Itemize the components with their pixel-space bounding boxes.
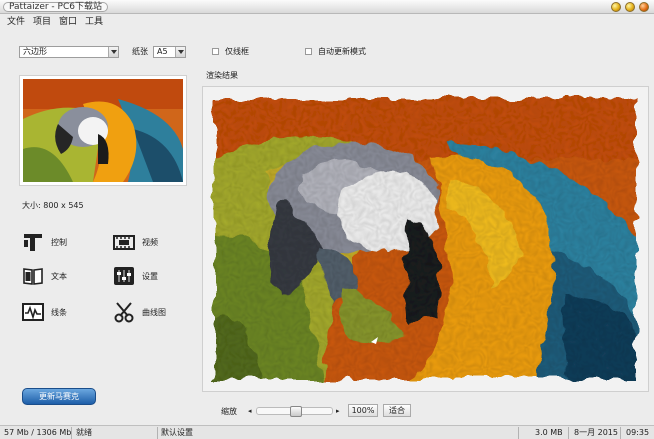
menu-file[interactable]: 文件 bbox=[7, 17, 25, 28]
maximize-button[interactable] bbox=[625, 2, 635, 12]
autoupdate-label: 自动更新模式 bbox=[318, 47, 366, 56]
scissors-icon bbox=[114, 302, 134, 323]
settings-status: 默认设置 bbox=[161, 428, 193, 437]
chevron-left-icon[interactable]: ◂ bbox=[248, 406, 252, 416]
ready-status: 就绪 bbox=[76, 428, 92, 437]
status-divider bbox=[157, 427, 158, 439]
tool-settings-label: 设置 bbox=[142, 271, 158, 281]
book-icon bbox=[23, 268, 43, 285]
menu-bar: 文件 项目 窗口 工具 bbox=[0, 15, 654, 29]
film-icon bbox=[113, 235, 135, 250]
render-label: 渲染结果 bbox=[206, 71, 238, 80]
filesize-status: 3.0 MB bbox=[535, 428, 563, 437]
paper-select-value: A5 bbox=[157, 47, 168, 56]
menu-tools[interactable]: 工具 bbox=[85, 17, 103, 28]
tool-text-label: 文本 bbox=[51, 271, 67, 281]
wireframe-label: 仅线框 bbox=[225, 47, 249, 56]
tool-control-label: 控制 bbox=[51, 237, 67, 247]
menu-window[interactable]: 窗口 bbox=[59, 17, 77, 28]
zoom-bar: 缩放 ◂ ▸ 100% 适合 bbox=[221, 403, 654, 419]
status-divider bbox=[620, 427, 621, 439]
wireframe-checkbox[interactable] bbox=[212, 48, 219, 55]
status-divider bbox=[71, 427, 72, 439]
paper-label: 纸张 bbox=[132, 47, 148, 56]
paper-select[interactable]: A5 bbox=[153, 46, 186, 58]
tool-curves[interactable]: 曲线图 bbox=[113, 301, 166, 323]
title-bar: Pattaizer - PC6下载站 bbox=[0, 0, 654, 14]
memory-status: 57 Mb / 1306 Mb bbox=[4, 428, 72, 437]
date-status: 8一月 2015 bbox=[574, 428, 618, 437]
zoom-slider[interactable] bbox=[256, 406, 333, 417]
tool-video[interactable]: 视频 bbox=[113, 231, 158, 253]
time-status: 09:35 bbox=[626, 428, 650, 437]
chevron-down-icon bbox=[175, 47, 185, 57]
shape-select[interactable]: 六边形 bbox=[19, 46, 119, 58]
minimize-button[interactable] bbox=[611, 2, 621, 12]
menu-project[interactable]: 项目 bbox=[33, 17, 51, 28]
window-title: Pattaizer - PC6下载站 bbox=[3, 2, 108, 12]
fit-button[interactable]: 适合 bbox=[383, 404, 411, 417]
source-thumbnail bbox=[19, 75, 187, 186]
tool-control[interactable]: 控制 bbox=[22, 231, 67, 253]
tool-video-label: 视频 bbox=[142, 237, 158, 247]
tool-lines-label: 线条 bbox=[51, 307, 67, 317]
shape-select-value: 六边形 bbox=[23, 47, 47, 56]
tool-lines[interactable]: 线条 bbox=[22, 301, 67, 323]
chevron-right-icon[interactable]: ▸ bbox=[336, 406, 340, 416]
waveform-icon bbox=[22, 303, 44, 321]
zoom-label: 缩放 bbox=[221, 407, 237, 416]
sliders-icon bbox=[114, 267, 134, 285]
status-bar: 57 Mb / 1306 Mb 就绪 默认设置 3.0 MB 8一月 2015 … bbox=[0, 425, 654, 439]
autoupdate-checkbox[interactable] bbox=[305, 48, 312, 55]
zoom-value-button[interactable]: 100% bbox=[348, 404, 378, 417]
chevron-down-icon bbox=[108, 47, 118, 57]
status-divider bbox=[518, 427, 519, 439]
zoom-slider-knob[interactable] bbox=[289, 406, 302, 417]
close-button[interactable] bbox=[639, 2, 649, 12]
update-mosaic-button[interactable]: 更新马赛克 bbox=[22, 388, 96, 405]
tool-settings[interactable]: 设置 bbox=[113, 265, 158, 287]
tool-curves-label: 曲线图 bbox=[142, 307, 166, 317]
tool-text[interactable]: 文本 bbox=[22, 265, 67, 287]
image-size: 大小: 800 x 545 bbox=[22, 201, 84, 210]
status-divider bbox=[568, 427, 569, 439]
control-icon bbox=[24, 234, 42, 251]
render-preview bbox=[202, 86, 649, 392]
